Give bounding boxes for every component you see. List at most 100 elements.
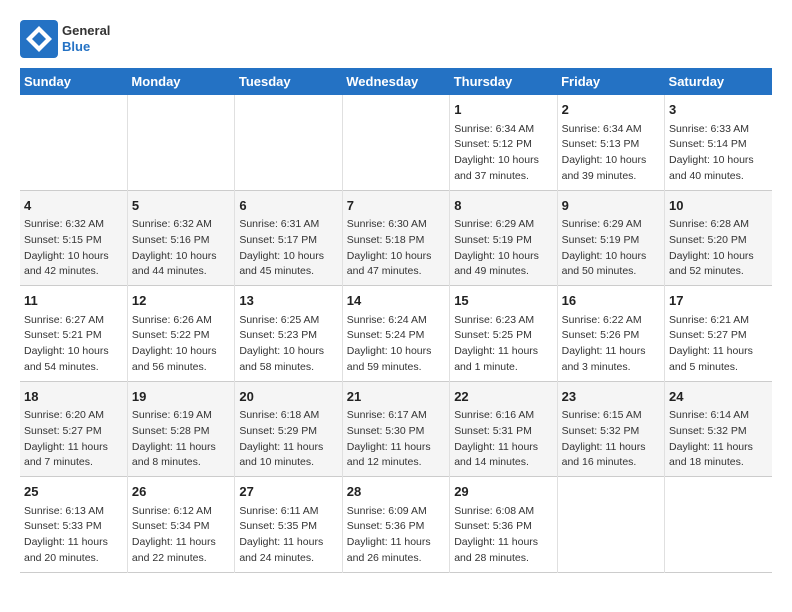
calendar-cell: 25Sunrise: 6:13 AMSunset: 5:33 PMDayligh… [20,477,127,573]
logo-wordmark: General Blue [62,23,110,54]
day-number: 21 [347,387,445,407]
day-info: Sunrise: 6:32 AMSunset: 5:15 PMDaylight:… [24,217,123,280]
day-number: 3 [669,100,768,120]
day-number: 16 [562,291,660,311]
day-number: 28 [347,482,445,502]
calendar-week-3: 18Sunrise: 6:20 AMSunset: 5:27 PMDayligh… [20,381,772,477]
day-info: Sunrise: 6:34 AMSunset: 5:12 PMDaylight:… [454,122,552,185]
calendar-cell: 14Sunrise: 6:24 AMSunset: 5:24 PMDayligh… [342,286,449,382]
header-day-tuesday: Tuesday [235,68,342,95]
day-info: Sunrise: 6:14 AMSunset: 5:32 PMDaylight:… [669,408,768,471]
calendar-cell: 21Sunrise: 6:17 AMSunset: 5:30 PMDayligh… [342,381,449,477]
day-number: 29 [454,482,552,502]
page-header: General Blue [20,20,772,58]
header-day-monday: Monday [127,68,234,95]
calendar-cell: 17Sunrise: 6:21 AMSunset: 5:27 PMDayligh… [665,286,772,382]
calendar-cell: 18Sunrise: 6:20 AMSunset: 5:27 PMDayligh… [20,381,127,477]
day-number: 22 [454,387,552,407]
calendar-week-2: 11Sunrise: 6:27 AMSunset: 5:21 PMDayligh… [20,286,772,382]
day-info: Sunrise: 6:21 AMSunset: 5:27 PMDaylight:… [669,313,768,376]
calendar-cell: 8Sunrise: 6:29 AMSunset: 5:19 PMDaylight… [450,190,557,286]
day-number: 18 [24,387,123,407]
calendar-cell: 24Sunrise: 6:14 AMSunset: 5:32 PMDayligh… [665,381,772,477]
calendar-cell: 20Sunrise: 6:18 AMSunset: 5:29 PMDayligh… [235,381,342,477]
day-number: 19 [132,387,230,407]
header-day-thursday: Thursday [450,68,557,95]
day-info: Sunrise: 6:12 AMSunset: 5:34 PMDaylight:… [132,504,230,567]
header-day-wednesday: Wednesday [342,68,449,95]
day-info: Sunrise: 6:13 AMSunset: 5:33 PMDaylight:… [24,504,123,567]
day-number: 15 [454,291,552,311]
calendar-cell: 19Sunrise: 6:19 AMSunset: 5:28 PMDayligh… [127,381,234,477]
calendar-cell: 6Sunrise: 6:31 AMSunset: 5:17 PMDaylight… [235,190,342,286]
day-number: 8 [454,196,552,216]
day-number: 4 [24,196,123,216]
day-info: Sunrise: 6:24 AMSunset: 5:24 PMDaylight:… [347,313,445,376]
day-number: 23 [562,387,660,407]
day-number: 11 [24,291,123,311]
calendar-cell: 12Sunrise: 6:26 AMSunset: 5:22 PMDayligh… [127,286,234,382]
day-info: Sunrise: 6:17 AMSunset: 5:30 PMDaylight:… [347,408,445,471]
calendar-cell: 23Sunrise: 6:15 AMSunset: 5:32 PMDayligh… [557,381,664,477]
day-number: 17 [669,291,768,311]
day-info: Sunrise: 6:25 AMSunset: 5:23 PMDaylight:… [239,313,337,376]
day-info: Sunrise: 6:33 AMSunset: 5:14 PMDaylight:… [669,122,768,185]
header-day-sunday: Sunday [20,68,127,95]
day-number: 26 [132,482,230,502]
day-info: Sunrise: 6:18 AMSunset: 5:29 PMDaylight:… [239,408,337,471]
day-info: Sunrise: 6:22 AMSunset: 5:26 PMDaylight:… [562,313,660,376]
header-day-saturday: Saturday [665,68,772,95]
header-day-friday: Friday [557,68,664,95]
calendar-cell: 10Sunrise: 6:28 AMSunset: 5:20 PMDayligh… [665,190,772,286]
day-info: Sunrise: 6:34 AMSunset: 5:13 PMDaylight:… [562,122,660,185]
calendar-cell: 15Sunrise: 6:23 AMSunset: 5:25 PMDayligh… [450,286,557,382]
calendar-cell [665,477,772,573]
logo: General Blue [20,20,110,58]
calendar-cell [235,95,342,190]
calendar-cell: 7Sunrise: 6:30 AMSunset: 5:18 PMDaylight… [342,190,449,286]
day-number: 13 [239,291,337,311]
calendar-week-4: 25Sunrise: 6:13 AMSunset: 5:33 PMDayligh… [20,477,772,573]
day-number: 2 [562,100,660,120]
calendar-header: SundayMondayTuesdayWednesdayThursdayFrid… [20,68,772,95]
day-number: 9 [562,196,660,216]
day-info: Sunrise: 6:27 AMSunset: 5:21 PMDaylight:… [24,313,123,376]
calendar-cell: 22Sunrise: 6:16 AMSunset: 5:31 PMDayligh… [450,381,557,477]
day-info: Sunrise: 6:29 AMSunset: 5:19 PMDaylight:… [562,217,660,280]
day-info: Sunrise: 6:32 AMSunset: 5:16 PMDaylight:… [132,217,230,280]
day-info: Sunrise: 6:11 AMSunset: 5:35 PMDaylight:… [239,504,337,567]
calendar-cell: 9Sunrise: 6:29 AMSunset: 5:19 PMDaylight… [557,190,664,286]
day-number: 5 [132,196,230,216]
calendar-cell [557,477,664,573]
calendar-cell: 16Sunrise: 6:22 AMSunset: 5:26 PMDayligh… [557,286,664,382]
day-number: 7 [347,196,445,216]
day-info: Sunrise: 6:23 AMSunset: 5:25 PMDaylight:… [454,313,552,376]
calendar-cell: 3Sunrise: 6:33 AMSunset: 5:14 PMDaylight… [665,95,772,190]
day-number: 20 [239,387,337,407]
day-info: Sunrise: 6:20 AMSunset: 5:27 PMDaylight:… [24,408,123,471]
calendar-cell: 13Sunrise: 6:25 AMSunset: 5:23 PMDayligh… [235,286,342,382]
day-number: 25 [24,482,123,502]
day-info: Sunrise: 6:15 AMSunset: 5:32 PMDaylight:… [562,408,660,471]
calendar-cell: 26Sunrise: 6:12 AMSunset: 5:34 PMDayligh… [127,477,234,573]
day-number: 10 [669,196,768,216]
calendar-cell: 4Sunrise: 6:32 AMSunset: 5:15 PMDaylight… [20,190,127,286]
day-info: Sunrise: 6:28 AMSunset: 5:20 PMDaylight:… [669,217,768,280]
day-number: 6 [239,196,337,216]
day-info: Sunrise: 6:08 AMSunset: 5:36 PMDaylight:… [454,504,552,567]
day-number: 27 [239,482,337,502]
calendar-week-0: 1Sunrise: 6:34 AMSunset: 5:12 PMDaylight… [20,95,772,190]
header-row: SundayMondayTuesdayWednesdayThursdayFrid… [20,68,772,95]
calendar-body: 1Sunrise: 6:34 AMSunset: 5:12 PMDaylight… [20,95,772,572]
calendar-week-1: 4Sunrise: 6:32 AMSunset: 5:15 PMDaylight… [20,190,772,286]
logo-icon [20,20,58,58]
day-info: Sunrise: 6:19 AMSunset: 5:28 PMDaylight:… [132,408,230,471]
day-info: Sunrise: 6:31 AMSunset: 5:17 PMDaylight:… [239,217,337,280]
day-info: Sunrise: 6:16 AMSunset: 5:31 PMDaylight:… [454,408,552,471]
calendar-cell: 2Sunrise: 6:34 AMSunset: 5:13 PMDaylight… [557,95,664,190]
day-number: 24 [669,387,768,407]
calendar-cell: 29Sunrise: 6:08 AMSunset: 5:36 PMDayligh… [450,477,557,573]
day-info: Sunrise: 6:09 AMSunset: 5:36 PMDaylight:… [347,504,445,567]
calendar-cell: 5Sunrise: 6:32 AMSunset: 5:16 PMDaylight… [127,190,234,286]
day-info: Sunrise: 6:29 AMSunset: 5:19 PMDaylight:… [454,217,552,280]
